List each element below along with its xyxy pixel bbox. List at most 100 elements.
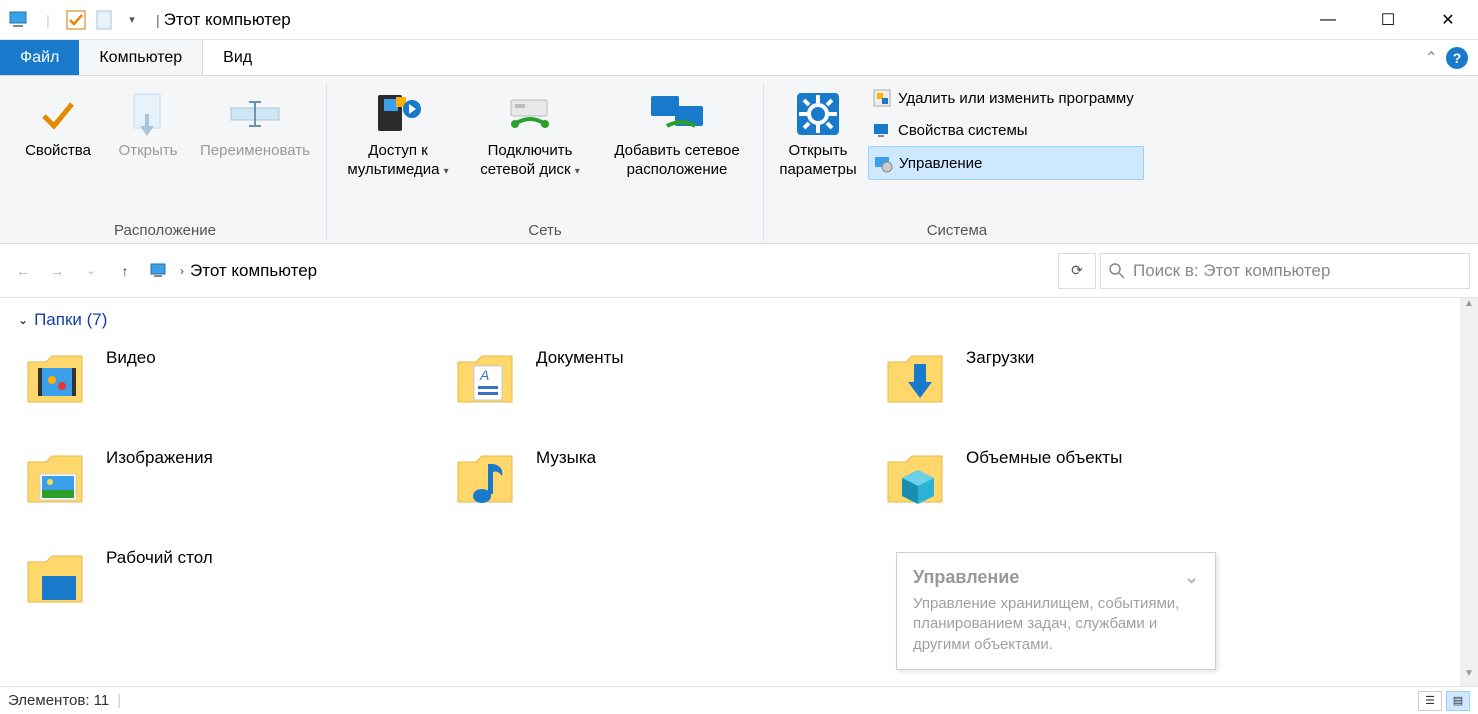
content-area[interactable]: ⌄ Папки (7) Видео A Документы Загрузки И… bbox=[0, 298, 1460, 686]
nav-up-button[interactable]: ↑ bbox=[110, 256, 140, 286]
search-icon bbox=[1109, 263, 1125, 279]
folder-label: Рабочий стол bbox=[106, 544, 213, 568]
system-props-icon bbox=[872, 120, 892, 140]
folder-label: Объемные объекты bbox=[966, 444, 1122, 468]
ribbon: Свойства Открыть Переименовать Расположе… bbox=[0, 76, 1478, 244]
tab-computer[interactable]: Компьютер bbox=[79, 40, 203, 75]
folder-music-icon bbox=[454, 450, 518, 508]
ribbon-group-network: Доступ к мультимедиа ▾ Подключить сетево… bbox=[327, 82, 764, 241]
help-button[interactable]: ? bbox=[1446, 47, 1468, 69]
group-location-title: Расположение bbox=[114, 218, 216, 241]
folder-video[interactable]: Видео bbox=[18, 340, 448, 436]
folder-pictures-icon bbox=[24, 450, 88, 508]
folder-video-icon bbox=[24, 350, 88, 408]
scroll-up-icon[interactable]: ▲ bbox=[1464, 298, 1474, 316]
quick-access-toolbar: | ▾ bbox=[0, 8, 152, 32]
refresh-icon: ⟳ bbox=[1071, 262, 1083, 279]
search-placeholder: Поиск в: Этот компьютер bbox=[1133, 261, 1330, 281]
folder-3d-icon bbox=[884, 450, 948, 508]
maximize-button[interactable]: ☐ bbox=[1358, 0, 1418, 40]
system-properties-button[interactable]: Свойства системы bbox=[868, 114, 1144, 146]
folder-downloads-icon bbox=[884, 350, 948, 408]
breadcrumb[interactable]: › Этот компьютер bbox=[144, 253, 864, 289]
folder-documents-icon: A bbox=[454, 350, 518, 408]
properties-check-icon[interactable] bbox=[64, 8, 88, 32]
title-bar: | ▾ | Этот компьютер — ☐ ✕ bbox=[0, 0, 1478, 40]
qat-dropdown-icon[interactable]: ▾ bbox=[120, 8, 144, 32]
title-separator: | bbox=[156, 12, 160, 28]
window-controls: — ☐ ✕ bbox=[1298, 0, 1478, 40]
open-button[interactable]: Открыть bbox=[108, 82, 188, 165]
ribbon-group-location: Свойства Открыть Переименовать Расположе… bbox=[4, 82, 327, 241]
status-items-count: Элементов: 11 bbox=[8, 692, 109, 709]
uninstall-program-button[interactable]: Удалить или изменить программу bbox=[868, 82, 1144, 114]
network-monitors-icon bbox=[647, 92, 707, 136]
tiles-icon: ▤ bbox=[1453, 694, 1463, 707]
computer-icon bbox=[150, 263, 170, 279]
open-settings-button[interactable]: Открыть параметры bbox=[770, 82, 866, 184]
folder-label: Загрузки bbox=[966, 344, 1034, 368]
uninstall-icon bbox=[872, 88, 892, 108]
rename-button[interactable]: Переименовать bbox=[190, 82, 320, 165]
ribbon-tabs: Файл Компьютер Вид ⌃ ? bbox=[0, 40, 1478, 76]
view-large-icons-button[interactable]: ▤ bbox=[1446, 691, 1470, 711]
folder-3d-objects[interactable]: Объемные объекты bbox=[878, 440, 1308, 536]
network-drive-icon bbox=[505, 94, 555, 134]
tooltip-body: Управление хранилищем, событиями, планир… bbox=[913, 594, 1199, 655]
vertical-scrollbar[interactable]: ▲ ▼ bbox=[1460, 298, 1478, 686]
status-bar: Элементов: 11 | ☰ ▤ bbox=[0, 686, 1478, 714]
section-folders-header[interactable]: ⌄ Папки (7) bbox=[18, 310, 1442, 330]
list-icon: ☰ bbox=[1425, 694, 1435, 707]
group-system-title: Система bbox=[927, 218, 987, 241]
folder-label: Документы bbox=[536, 344, 624, 368]
properties-button[interactable]: Свойства bbox=[10, 82, 106, 165]
folder-desktop[interactable]: Рабочий стол bbox=[18, 540, 448, 636]
map-drive-button[interactable]: Подключить сетевой диск ▾ bbox=[465, 82, 595, 184]
svg-text:A: A bbox=[479, 367, 489, 383]
folder-label: Изображения bbox=[106, 444, 213, 468]
folder-documents[interactable]: A Документы bbox=[448, 340, 878, 436]
divider-icon: | bbox=[36, 8, 60, 32]
document-icon[interactable] bbox=[92, 8, 116, 32]
folders-grid: Видео A Документы Загрузки Изображения М… bbox=[18, 340, 1442, 636]
close-button[interactable]: ✕ bbox=[1418, 0, 1478, 40]
tab-file[interactable]: Файл bbox=[0, 40, 79, 75]
manage-icon bbox=[873, 153, 893, 173]
chevron-down-icon: ▾ bbox=[575, 166, 580, 177]
manage-button[interactable]: Управление bbox=[868, 146, 1144, 180]
check-icon bbox=[38, 94, 78, 134]
gear-icon bbox=[795, 91, 841, 137]
scroll-down-icon[interactable]: ▼ bbox=[1464, 668, 1474, 686]
computer-icon bbox=[8, 8, 32, 32]
open-arrow-icon bbox=[130, 92, 166, 136]
ribbon-group-system: Открыть параметры Удалить или изменить п… bbox=[764, 82, 1150, 241]
media-access-button[interactable]: Доступ к мультимедиа ▾ bbox=[333, 82, 463, 184]
breadcrumb-root[interactable]: Этот компьютер bbox=[190, 261, 317, 281]
tab-view[interactable]: Вид bbox=[203, 40, 272, 75]
crumb-separator-icon[interactable]: › bbox=[180, 264, 184, 278]
refresh-button[interactable]: ⟳ bbox=[1058, 253, 1096, 289]
address-bar: ← → ⌄ ↑ › Этот компьютер ⟳ Поиск в: Этот… bbox=[0, 244, 1478, 298]
collapse-ribbon-icon[interactable]: ⌃ bbox=[1425, 48, 1438, 68]
chevron-down-icon: ▾ bbox=[444, 166, 449, 177]
folder-downloads[interactable]: Загрузки bbox=[878, 340, 1308, 436]
folder-label: Видео bbox=[106, 344, 156, 368]
nav-forward-button[interactable]: → bbox=[42, 256, 72, 286]
window-title: Этот компьютер bbox=[164, 10, 291, 30]
view-details-button[interactable]: ☰ bbox=[1418, 691, 1442, 711]
folder-label: Музыка bbox=[536, 444, 596, 468]
group-network-title: Сеть bbox=[528, 218, 561, 241]
search-input[interactable]: Поиск в: Этот компьютер bbox=[1100, 253, 1470, 289]
folder-pictures[interactable]: Изображения bbox=[18, 440, 448, 536]
chevron-down-icon: ⌄ bbox=[18, 313, 28, 327]
nav-back-button[interactable]: ← bbox=[8, 256, 38, 286]
chevron-down-icon: ⌄ bbox=[1184, 567, 1199, 588]
nav-history-dropdown[interactable]: ⌄ bbox=[76, 256, 106, 286]
folder-desktop-icon bbox=[24, 550, 88, 608]
system-actions-stack: Удалить или изменить программу Свойства … bbox=[868, 82, 1144, 180]
folder-music[interactable]: Музыка bbox=[448, 440, 878, 536]
minimize-button[interactable]: — bbox=[1298, 0, 1358, 40]
add-network-location-button[interactable]: Добавить сетевое расположение bbox=[597, 82, 757, 184]
media-server-icon bbox=[372, 89, 424, 139]
rename-icon bbox=[229, 100, 281, 128]
